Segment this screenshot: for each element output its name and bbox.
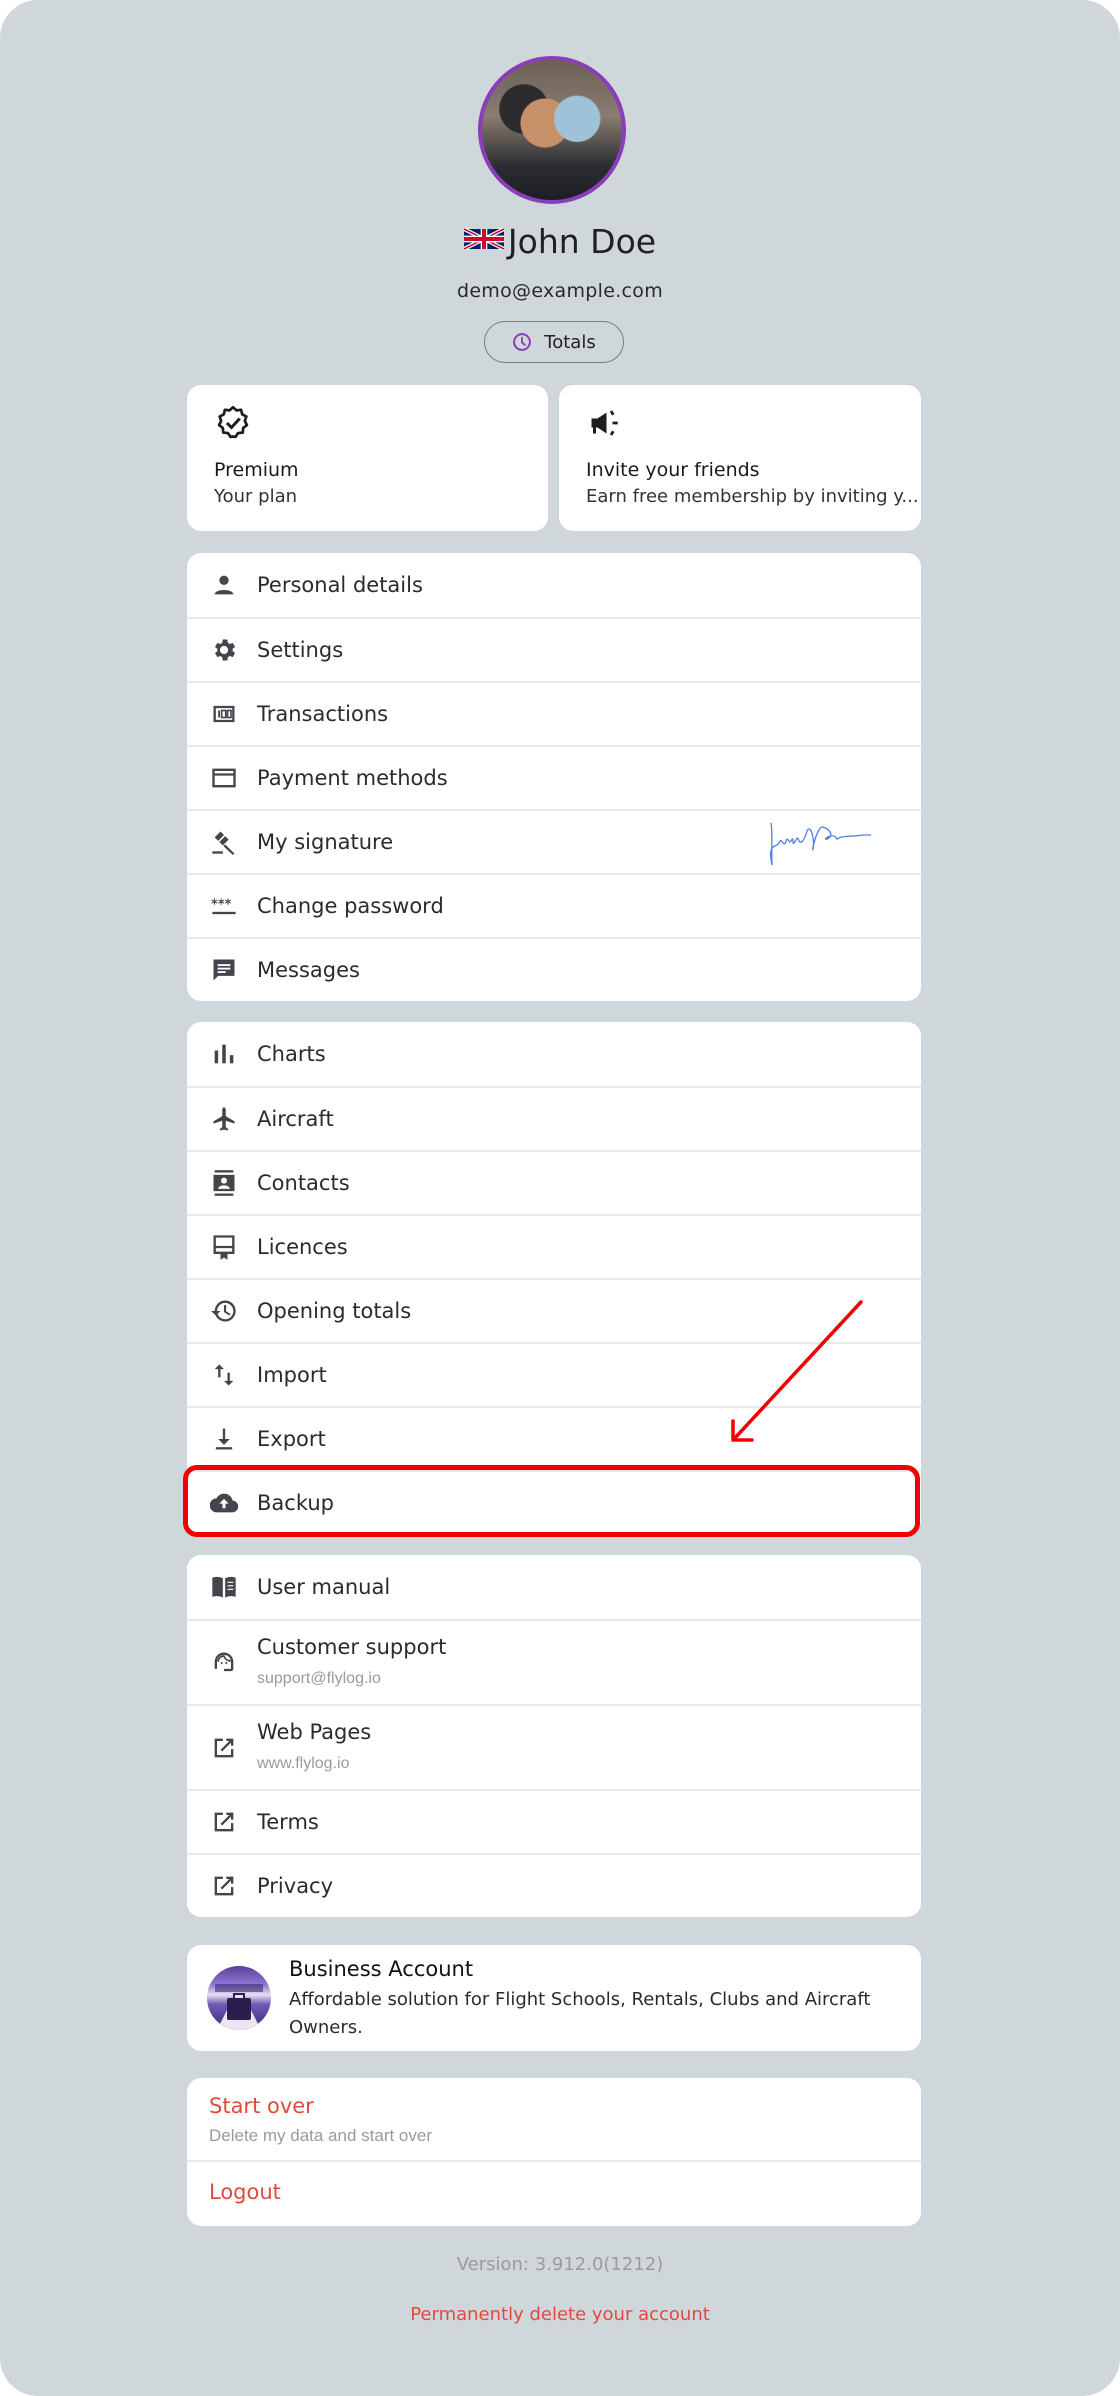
menu-item-export[interactable]: Export xyxy=(187,1406,921,1470)
menu-item-backup[interactable]: Backup xyxy=(187,1470,921,1534)
premium-title: Premium xyxy=(214,459,299,481)
message-icon xyxy=(209,955,239,985)
menu-item-opening-totals[interactable]: Opening totals xyxy=(187,1278,921,1342)
menu-item-label: Backup xyxy=(257,1491,334,1515)
briefcase-icon xyxy=(215,1984,263,2030)
menu-item-label: Privacy xyxy=(257,1874,334,1898)
menu-item-label: Payment methods xyxy=(257,766,448,790)
menu-item-payment-methods[interactable]: Payment methods xyxy=(187,745,921,809)
bar-chart-icon xyxy=(209,1039,239,1069)
contacts-icon xyxy=(209,1168,239,1198)
profile-screen: John Doe demo@example.com Totals Premium… xyxy=(0,0,1120,2396)
invite-title: Invite your friends xyxy=(586,459,760,481)
profile-name-row: John Doe xyxy=(0,222,1120,268)
menu-item-label: Transactions xyxy=(257,702,389,726)
svg-text:***: *** xyxy=(211,897,231,912)
gear-icon xyxy=(209,635,239,665)
support-agent-icon xyxy=(209,1648,239,1678)
totals-button[interactable]: Totals xyxy=(484,321,624,363)
totals-label: Totals xyxy=(544,331,596,353)
download-icon xyxy=(209,1424,239,1454)
menu-item-privacy[interactable]: Privacy xyxy=(187,1853,921,1917)
support-email: support@flylog.io xyxy=(257,1670,381,1687)
airplane-icon xyxy=(209,1104,239,1134)
menu-item-messages[interactable]: Messages xyxy=(187,937,921,1001)
clock-icon xyxy=(513,333,532,351)
business-logo xyxy=(207,1966,271,2030)
external-link-icon xyxy=(209,1871,239,1901)
menu-item-label: My signature xyxy=(257,830,394,854)
menu-item-label: Contacts xyxy=(257,1171,350,1195)
counter-100-icon xyxy=(209,699,239,729)
website-url: www.flylog.io xyxy=(257,1755,350,1772)
signature-preview xyxy=(769,822,871,866)
history-icon xyxy=(209,1296,239,1326)
password-icon: *** xyxy=(209,891,239,921)
menu-item-label: Personal details xyxy=(257,573,423,597)
menu-item-settings[interactable]: Settings xyxy=(187,617,921,681)
logout-label: Logout xyxy=(209,2180,281,2204)
external-link-icon xyxy=(209,1807,239,1837)
menu-item-label: Export xyxy=(257,1427,326,1451)
premium-card[interactable]: Premium Your plan xyxy=(187,385,548,531)
import-arrows-icon xyxy=(209,1360,239,1390)
premium-subtitle: Your plan xyxy=(214,486,298,507)
menu-item-personal-details[interactable]: Personal details xyxy=(187,553,921,617)
menu-item-transactions[interactable]: Transactions xyxy=(187,681,921,745)
invite-subtitle: Earn free membership by inviting y... xyxy=(586,486,919,507)
profile-email: demo@example.com xyxy=(456,280,664,302)
menu-item-label: Messages xyxy=(257,958,360,982)
profile-name: John Doe xyxy=(507,222,657,261)
menu-item-import[interactable]: Import xyxy=(187,1342,921,1406)
cloud-upload-icon xyxy=(209,1488,239,1518)
menu-item-label: Settings xyxy=(257,638,344,662)
menu-item-terms[interactable]: Terms xyxy=(187,1789,921,1853)
menu-item-label: Customer support xyxy=(257,1635,447,1659)
business-title: Business Account xyxy=(289,1957,474,1981)
start-over-button[interactable]: Start over Delete my data and start over xyxy=(187,2078,921,2162)
menu-item-label: Terms xyxy=(257,1810,319,1834)
uk-flag-icon xyxy=(463,226,504,251)
business-account-card[interactable]: Business Account Affordable solution for… xyxy=(187,1945,921,2051)
start-over-sublabel: Delete my data and start over xyxy=(209,2126,433,2145)
help-menu-group: User manual Customer support support@fly… xyxy=(187,1555,921,1917)
menu-item-contacts[interactable]: Contacts xyxy=(187,1150,921,1214)
menu-item-label: User manual xyxy=(257,1575,391,1599)
verified-badge-icon xyxy=(217,405,249,439)
account-menu-group: Personal details Settings Transactions P… xyxy=(187,553,921,1001)
signature-icon xyxy=(209,827,239,857)
person-icon xyxy=(209,570,239,600)
menu-item-user-manual[interactable]: User manual xyxy=(187,1555,921,1619)
start-over-label: Start over xyxy=(209,2094,314,2118)
avatar[interactable] xyxy=(478,56,626,204)
menu-item-label: Change password xyxy=(257,894,444,918)
delete-account-link[interactable]: Permanently delete your account xyxy=(0,2304,1120,2325)
invite-friends-card[interactable]: Invite your friends Earn free membership… xyxy=(559,385,921,531)
menu-item-change-password[interactable]: *** Change password xyxy=(187,873,921,937)
menu-item-label: Web Pages xyxy=(257,1720,372,1744)
menu-item-my-signature[interactable]: My signature xyxy=(187,809,921,873)
logbook-menu-group: Charts Aircraft Contacts Licences Openin… xyxy=(187,1022,921,1534)
menu-item-customer-support[interactable]: Customer support support@flylog.io xyxy=(187,1619,921,1704)
book-icon xyxy=(209,1572,239,1602)
external-link-icon xyxy=(209,1733,239,1763)
account-actions-group: Start over Delete my data and start over… xyxy=(187,2078,921,2226)
menu-item-licences[interactable]: Licences xyxy=(187,1214,921,1278)
menu-item-label: Licences xyxy=(257,1235,348,1259)
business-description: Affordable solution for Flight Schools, … xyxy=(289,1989,871,2038)
license-icon xyxy=(209,1232,239,1262)
menu-item-label: Opening totals xyxy=(257,1299,412,1323)
campaign-megaphone-icon xyxy=(591,410,618,436)
menu-item-charts[interactable]: Charts xyxy=(187,1022,921,1086)
credit-card-icon xyxy=(209,763,239,793)
logout-button[interactable]: Logout xyxy=(187,2162,921,2226)
menu-item-label: Aircraft xyxy=(257,1107,334,1131)
menu-item-web-pages[interactable]: Web Pages www.flylog.io xyxy=(187,1704,921,1789)
menu-item-label: Import xyxy=(257,1363,327,1387)
menu-item-aircraft[interactable]: Aircraft xyxy=(187,1086,921,1150)
app-version: Version: 3.912.0(1212) xyxy=(456,2254,664,2275)
menu-item-label: Charts xyxy=(257,1042,326,1066)
